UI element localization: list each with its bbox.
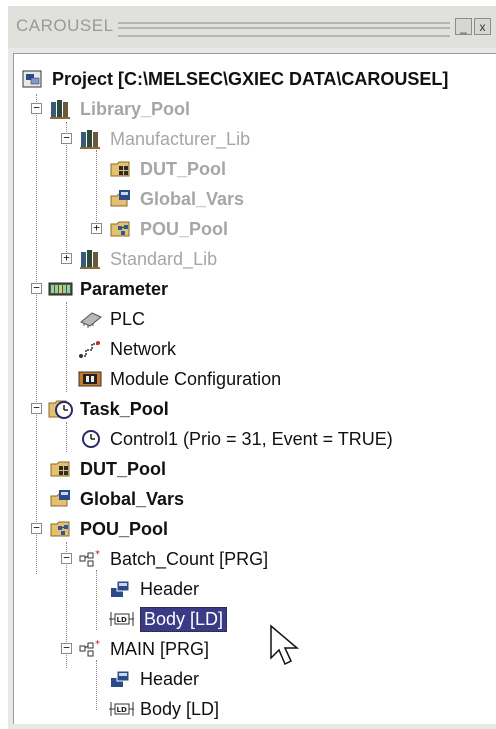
ladder-body-icon: LD: [108, 608, 134, 630]
tree-item-main-header[interactable]: Header: [108, 664, 199, 694]
tree-item-label: Batch_Count [PRG]: [110, 548, 269, 569]
task-pool-icon: [48, 398, 74, 420]
library-books-icon: [78, 128, 104, 150]
svg-text:LD: LD: [117, 616, 127, 624]
tree-item-label: Global_Vars: [80, 488, 185, 509]
clock-icon: [78, 428, 104, 450]
dut-pool-icon: [48, 458, 74, 480]
global-vars-icon: [48, 488, 74, 510]
pou-program-icon: *: [78, 638, 104, 660]
tree-item-manufacturer-lib[interactable]: Manufacturer_Lib: [78, 124, 250, 154]
mouse-pointer-icon: [270, 624, 300, 666]
tree-item-batch-body[interactable]: LD Body [LD]: [108, 604, 228, 634]
tree-item-parameter[interactable]: Parameter: [48, 274, 168, 304]
tree-item-lib-dut-pool[interactable]: DUT_Pool: [108, 154, 226, 184]
tree-item-label: Header: [140, 668, 200, 689]
project-icon: [20, 68, 46, 90]
tree-item-control1[interactable]: Control1 (Prio = 31, Event = TRUE): [78, 424, 393, 454]
tree-item-library-pool[interactable]: Library_Pool: [48, 94, 190, 124]
tree-item-label: POU_Pool: [80, 518, 169, 539]
tree-line: [96, 570, 97, 630]
tree-item-label: POU_Pool: [140, 218, 229, 239]
tree-line: [96, 150, 97, 230]
tree-item-task-pool[interactable]: Task_Pool: [48, 394, 169, 424]
dut-pool-icon: [108, 158, 134, 180]
tree-item-plc[interactable]: PLC: [78, 304, 145, 334]
svg-text:LD: LD: [117, 706, 127, 714]
title-grip: [118, 22, 450, 37]
tree-item-standard-lib[interactable]: Standard_Lib: [78, 244, 217, 274]
tree-line: [36, 94, 37, 574]
global-vars-icon: [108, 188, 134, 210]
tree-item-main-body[interactable]: LD Body [LD]: [108, 694, 219, 724]
expand-toggle[interactable]: +: [61, 252, 72, 264]
title-bar[interactable]: CAROUSEL _ x: [8, 6, 496, 48]
tree-item-label: DUT_Pool: [80, 458, 167, 479]
collapse-toggle[interactable]: −: [31, 522, 42, 534]
tree-item-batch-count[interactable]: * Batch_Count [PRG]: [78, 544, 268, 574]
plc-chip-icon: [78, 308, 104, 330]
pou-pool-icon: [48, 518, 74, 540]
tree-item-label: DUT_Pool: [140, 158, 227, 179]
tree-item-label: Task_Pool: [80, 398, 169, 419]
tree-item-project[interactable]: Project [C:\MELSEC\GXIEC DATA\CAROUSEL]: [20, 64, 448, 94]
tree-item-module-configuration[interactable]: Module Configuration: [78, 364, 281, 394]
pou-program-icon: *: [78, 548, 104, 570]
collapse-toggle[interactable]: −: [61, 132, 72, 144]
tree-item-label: Manufacturer_Lib: [110, 128, 251, 149]
collapse-toggle[interactable]: −: [61, 642, 72, 654]
collapse-toggle[interactable]: −: [31, 282, 42, 294]
tree-item-lib-pou-pool[interactable]: POU_Pool: [108, 214, 228, 244]
parameter-icon: [48, 278, 74, 300]
library-books-icon: [48, 98, 74, 120]
tree-item-global-vars[interactable]: Global_Vars: [48, 484, 184, 514]
ladder-body-icon: LD: [108, 698, 134, 720]
tree-item-dut-pool[interactable]: DUT_Pool: [48, 454, 166, 484]
tree-item-label: PLC: [110, 308, 146, 329]
expand-toggle[interactable]: +: [91, 222, 102, 234]
project-tree[interactable]: − − + + − − − − − Project [C:\MELSEC\GXI…: [13, 53, 496, 724]
svg-text:*: *: [95, 639, 100, 650]
tree-item-label: Project [C:\MELSEC\GXIEC DATA\CAROUSEL]: [52, 68, 449, 89]
tree-item-label: Control1 (Prio = 31, Event = TRUE): [110, 428, 393, 449]
tree-item-label: Library_Pool: [80, 98, 191, 119]
module-config-icon: [78, 368, 104, 390]
header-icon: [108, 578, 134, 600]
close-button[interactable]: x: [474, 18, 491, 35]
tree-item-label: Network: [110, 338, 177, 359]
collapse-toggle[interactable]: −: [31, 402, 42, 414]
collapse-toggle[interactable]: −: [31, 102, 42, 114]
collapse-toggle[interactable]: −: [61, 552, 72, 564]
tree-item-label: Body [LD]: [140, 698, 220, 719]
tree-item-batch-header[interactable]: Header: [108, 574, 199, 604]
tree-item-label: Body [LD]: [140, 606, 228, 632]
tree-item-label: Module Configuration: [110, 368, 282, 389]
header-icon: [108, 668, 134, 690]
pou-pool-icon: [108, 218, 134, 240]
minimize-button[interactable]: _: [455, 18, 472, 35]
library-books-icon: [78, 248, 104, 270]
network-icon: [78, 338, 104, 360]
svg-text:*: *: [95, 549, 100, 560]
tree-line: [66, 302, 67, 392]
window-title: CAROUSEL: [16, 16, 114, 35]
tree-item-lib-global-vars[interactable]: Global_Vars: [108, 184, 244, 214]
carousel-window: CAROUSEL _ x − − + + − − − − − Project […: [8, 6, 496, 729]
tree-item-label: Standard_Lib: [110, 248, 218, 269]
tree-line: [96, 660, 97, 710]
tree-line: [66, 422, 67, 452]
tree-item-label: Global_Vars: [140, 188, 245, 209]
tree-item-network[interactable]: Network: [78, 334, 176, 364]
tree-item-label: MAIN [PRG]: [110, 638, 210, 659]
tree-item-main[interactable]: * MAIN [PRG]: [78, 634, 209, 664]
tree-item-label: Parameter: [80, 278, 169, 299]
tree-item-label: Header: [140, 578, 200, 599]
tree-item-pou-pool[interactable]: POU_Pool: [48, 514, 168, 544]
